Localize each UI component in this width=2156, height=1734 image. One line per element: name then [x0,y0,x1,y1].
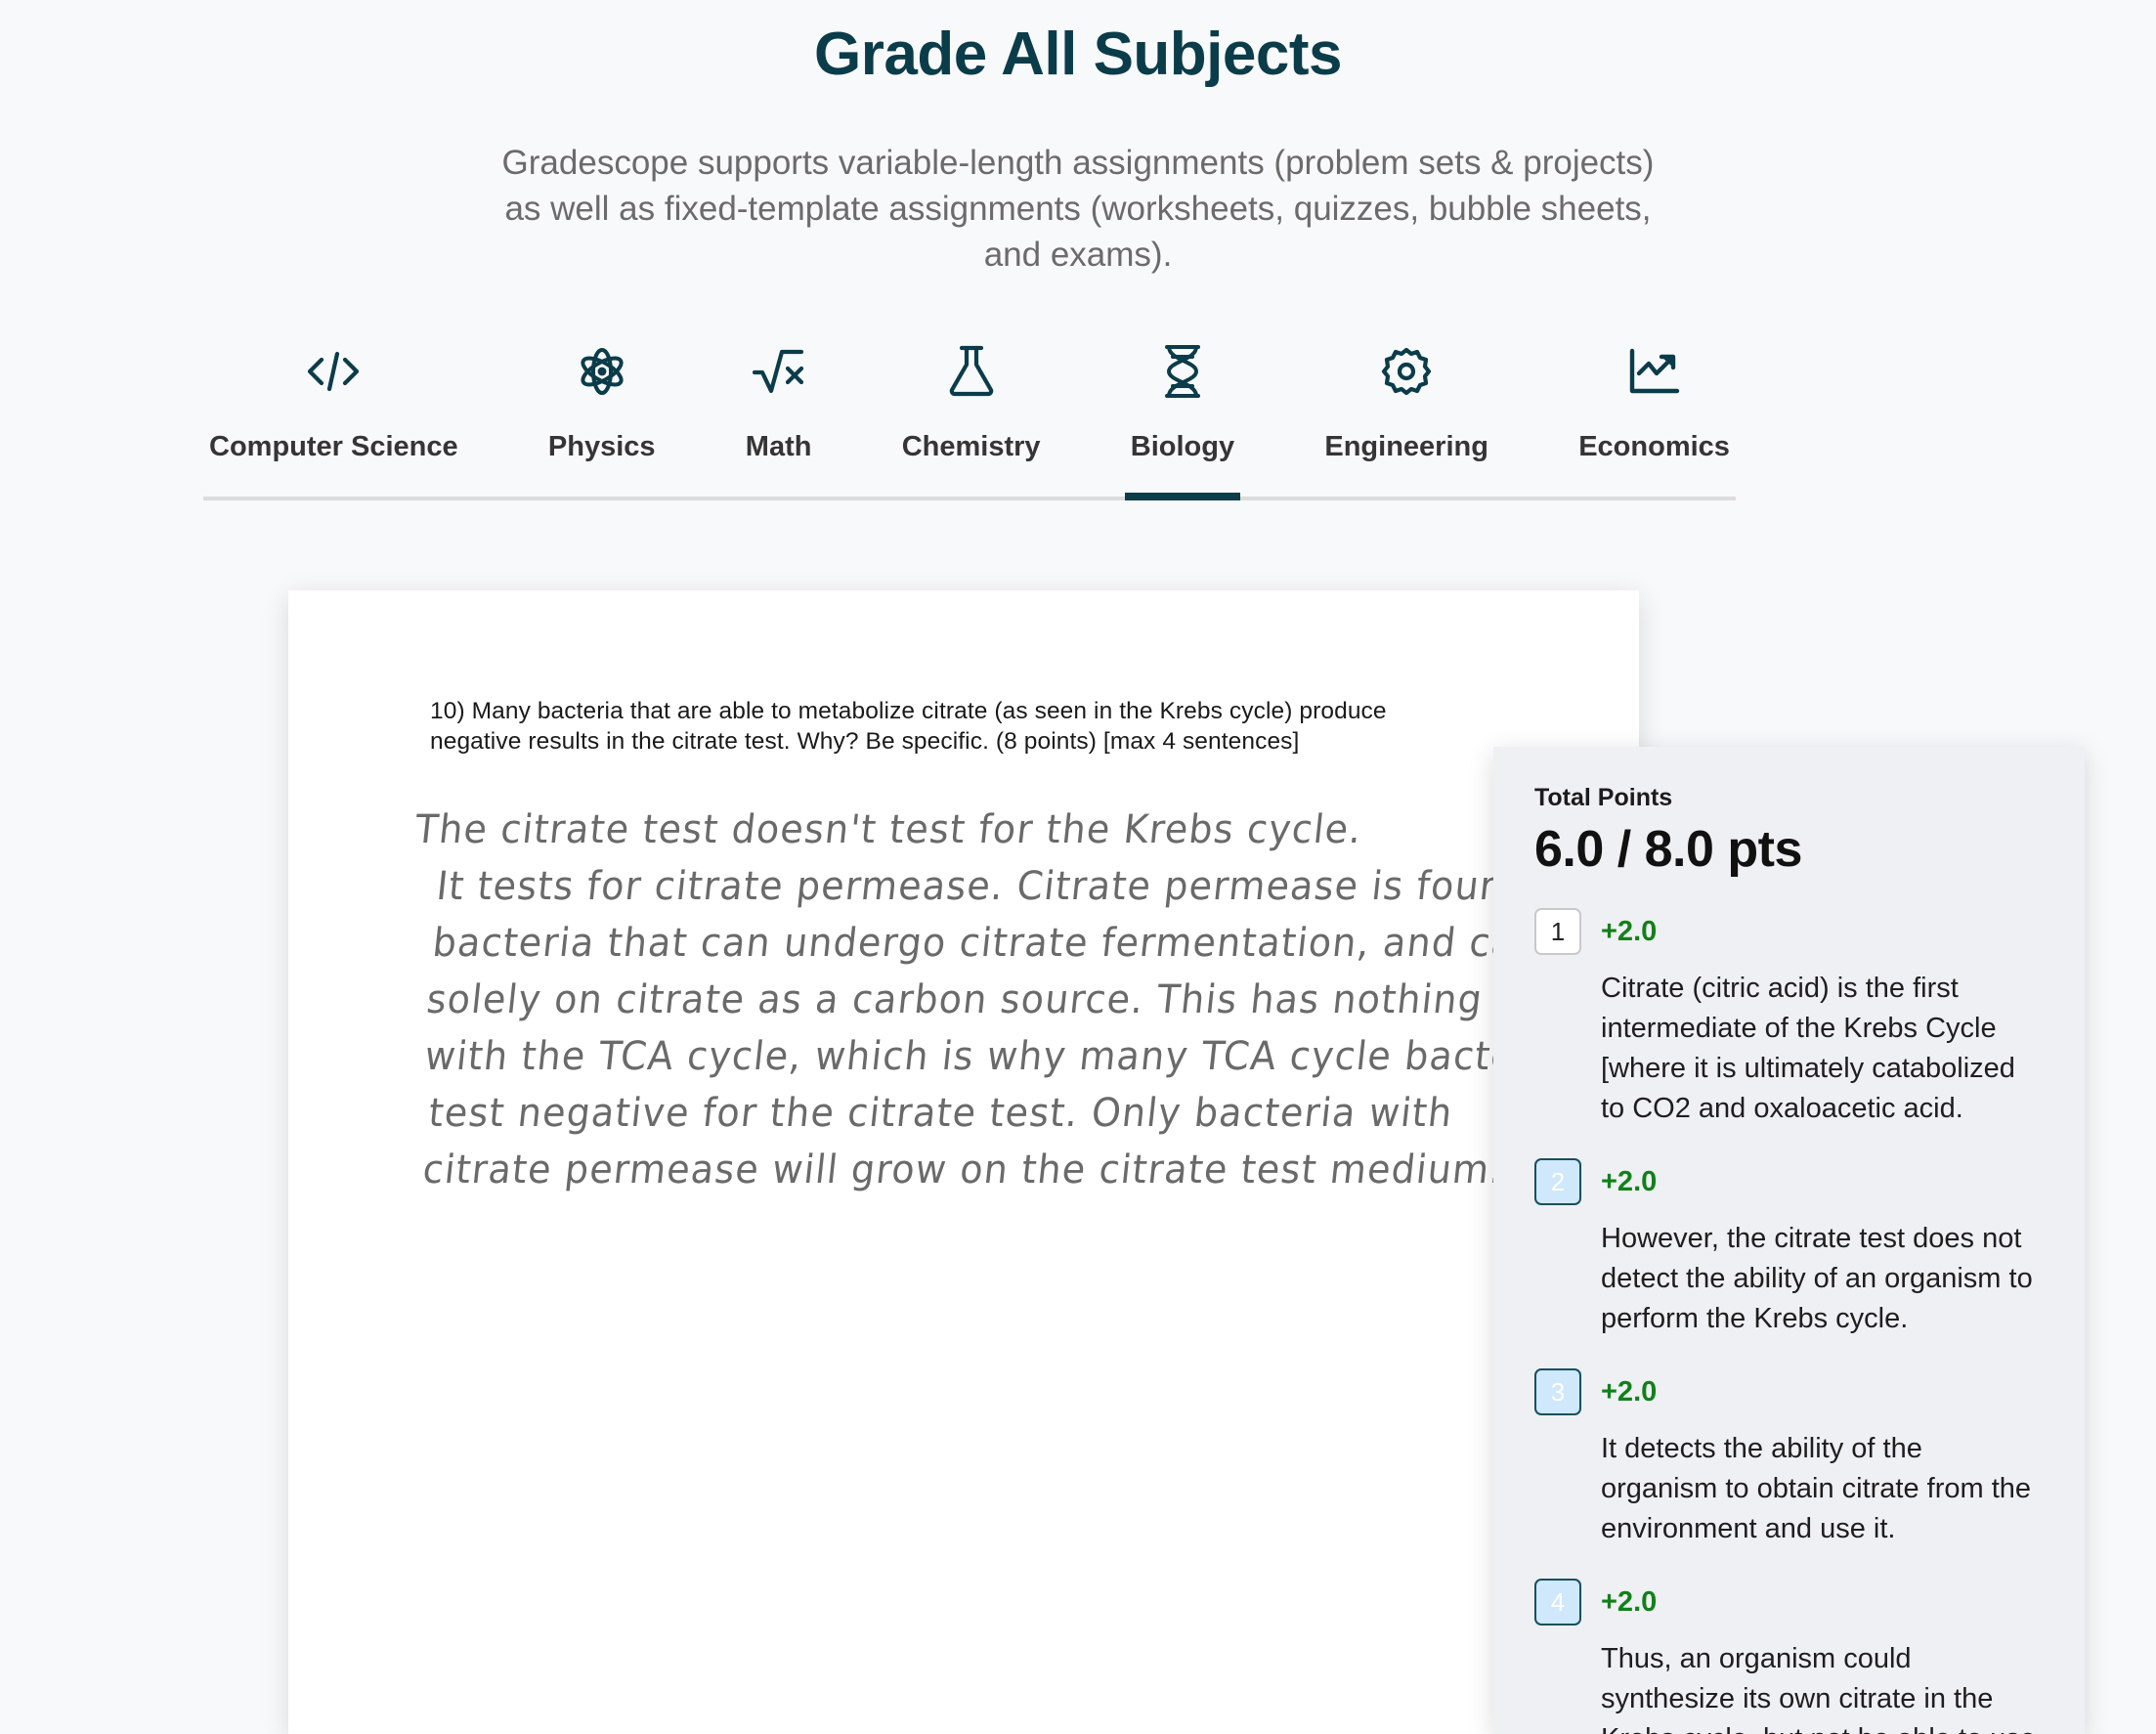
tab-label: Economics [1578,431,1730,462]
handwriting-line: with the TCA cycle, which is why many TC… [422,1032,1570,1079]
handwriting-line: It tests for citrate permease. Citrate p… [434,862,1581,909]
rubric-item-number-badge[interactable]: 3 [1534,1368,1581,1415]
rubric-item-points: +2.0 [1601,1375,1658,1408]
square-root-icon [752,337,805,406]
tab-biology[interactable]: Biology [1124,337,1241,500]
tab-label: Biology [1130,431,1235,462]
handwriting-line: solely on citrate as a carbon source. Th… [424,975,1600,1022]
page-root: Grade All Subjects Gradescope supports v… [0,0,2156,1734]
rubric-item-description: Thus, an organism could synthesize its o… [1601,1643,2036,1734]
tab-label: Engineering [1324,431,1488,462]
rubric-item-description: However, the citrate test does not detec… [1601,1223,2033,1334]
page-subtitle: Gradescope supports variable-length assi… [501,144,1655,274]
tab-label: Physics [547,431,656,462]
question-prompt: 10) Many bacteria that are able to metab… [430,698,1387,755]
rubric-item-number-badge[interactable]: 1 [1534,908,1581,955]
subject-tab-bar: Computer Science Physics Math Chemistry … [203,337,1736,500]
handwriting-line: The citrate test doesn't test for the Kr… [412,805,1365,852]
rubric-item-description: It detects the ability of the organism t… [1601,1433,2032,1544]
rubric-item-points: +2.0 [1601,1585,1658,1618]
tab-computer-science[interactable]: Computer Science [203,337,464,497]
tab-chemistry[interactable]: Chemistry [896,337,1047,497]
total-points-value: 6.0 / 8.0 pts [1534,821,1802,878]
rubric-item-header: 3 +2.0 [1534,1368,2044,1415]
code-icon [305,337,362,406]
rubric-item-number-badge[interactable]: 2 [1534,1158,1581,1205]
handwriting-line: bacteria that can undergo citrate fermen… [430,919,1700,966]
rubric-item[interactable]: 3 +2.0 It detects the ability of the org… [1534,1368,2044,1549]
rubric-item-header: 2 +2.0 [1534,1158,2044,1205]
handwriting-line: test negative for the citrate test. Only… [426,1089,1455,1136]
handwriting-line: citrate permease will grow on the citrat… [420,1146,1506,1192]
submission-document-card[interactable]: 10) Many bacteria that are able to metab… [288,590,1700,1734]
handwritten-answer: The citrate test doesn't test for the Kr… [412,801,1700,1197]
tab-physics[interactable]: Physics [542,337,662,497]
tab-math[interactable]: Math [740,337,818,497]
page-title: Grade All Subjects [814,21,1342,88]
gear-icon [1381,337,1432,406]
rubric-item[interactable]: 1 +2.0 Citrate (citric acid) is the firs… [1534,908,2044,1129]
tab-label: Computer Science [209,431,458,462]
rubric-item-description: Citrate (citric acid) is the first inter… [1601,973,2015,1124]
flask-icon [948,337,995,406]
rubric-item-number-badge[interactable]: 4 [1534,1579,1581,1626]
rubric-item[interactable]: 2 +2.0 However, the citrate test does no… [1534,1158,2044,1339]
tab-label: Chemistry [901,431,1041,462]
total-points-label: Total Points [1534,784,1673,811]
rubric-item-header: 1 +2.0 [1534,908,2044,955]
rubric-item[interactable]: 4 +2.0 Thus, an organism could synthesiz… [1534,1579,2044,1734]
tab-label: Math [745,431,812,462]
rubric-item-header: 4 +2.0 [1534,1579,2044,1626]
dna-icon [1161,337,1204,406]
rubric-item-points: +2.0 [1601,915,1658,947]
chart-arrow-icon [1628,337,1681,406]
rubric-item-points: +2.0 [1601,1165,1658,1197]
rubric-panel: Total Points 6.0 / 8.0 pts 1 +2.0 Citrat… [1493,747,2085,1734]
atom-icon [577,337,627,406]
tab-engineering[interactable]: Engineering [1318,337,1494,497]
tab-economics[interactable]: Economics [1573,337,1736,497]
